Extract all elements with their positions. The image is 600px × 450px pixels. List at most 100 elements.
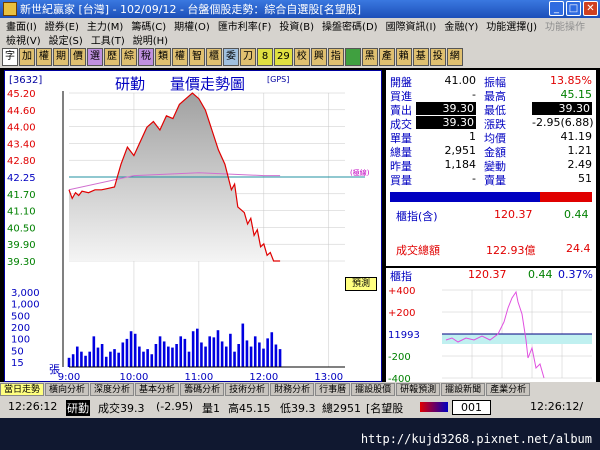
maximize-button[interactable]: □ <box>566 1 581 16</box>
mini-tick: -400 <box>388 374 411 382</box>
toolbar-button[interactable]: 刀 <box>240 48 256 66</box>
toolbar-button[interactable]: 期 <box>53 48 69 66</box>
toolbar-button[interactable]: 委 <box>223 48 239 66</box>
price-tick: 39.30 <box>7 257 36 268</box>
minimize-button[interactable]: _ <box>549 1 564 16</box>
quote-value: 2.49 <box>567 158 593 171</box>
analysis-tab[interactable]: 深度分析 <box>90 382 135 396</box>
menu-item[interactable]: 期權(O) <box>174 18 210 33</box>
quote-value: 41.19 <box>560 130 593 143</box>
toolbar-button[interactable]: 價 <box>70 48 86 66</box>
mini-tick: 11993 <box>388 330 420 341</box>
price-tick: 45.20 <box>7 89 36 100</box>
analysis-tab[interactable]: 擺設新聞 <box>441 382 486 396</box>
analysis-tab[interactable]: 產業分析 <box>486 382 531 396</box>
menu-item[interactable]: 說明(H) <box>133 32 168 47</box>
quote-value: - <box>472 88 476 101</box>
analysis-tab[interactable]: 籌碼分析 <box>180 382 225 396</box>
menu-item[interactable]: 檢視(V) <box>6 32 41 47</box>
toolbar-button[interactable]: 投 <box>429 48 446 66</box>
status-trade: 成交39.3 <box>98 402 145 415</box>
menu-item[interactable]: 籌碼(C) <box>131 18 166 33</box>
menu-item[interactable]: 畫面(I) <box>6 18 37 33</box>
quote-value: 1 <box>469 130 476 143</box>
toolbar-button[interactable]: 權 <box>172 48 188 66</box>
analysis-tab[interactable]: 研報預測 <box>396 382 441 396</box>
menu-item[interactable]: 國際資訊(I) <box>386 18 437 33</box>
price-tick: 39.90 <box>7 240 36 251</box>
price-volume-chart-panel[interactable]: [3632] 研勤 量價走勢圖 [GPS] 45.20 44.60 44.00 43.… <box>4 70 382 382</box>
price-tick: 44.00 <box>7 123 36 134</box>
volume-tick: 15 <box>11 358 24 369</box>
menu-item[interactable]: 功能操作 <box>545 18 585 33</box>
page-number[interactable]: 001 <box>452 400 491 415</box>
toolbar-button[interactable]: 賴 <box>395 48 412 66</box>
otc-mini-chart[interactable]: 櫃指 120.37 0.44 0.37% +400 +200 11993 -200 -4… <box>386 268 596 382</box>
menu-item[interactable]: 金融(Y) <box>444 18 478 33</box>
status-group: [名望股 <box>366 402 404 415</box>
analysis-tab[interactable]: 基本分析 <box>135 382 180 396</box>
toolbar-button[interactable]: 字 <box>2 48 18 66</box>
toolbar-button[interactable]: 黑 <box>361 48 378 66</box>
toolbar-button[interactable]: 產 <box>378 48 395 66</box>
quote-row: 總量 2,951 金額 1.21 <box>386 144 596 159</box>
toolbar-button[interactable]: 權 <box>36 48 52 66</box>
toolbar-button[interactable]: 29 <box>274 48 293 66</box>
watermark: http://kujd3268.pixnet.net/album <box>360 432 592 446</box>
analysis-tab[interactable]: 擺設股價 <box>351 382 396 396</box>
analysis-tab[interactable]: 行事曆 <box>315 382 351 396</box>
turnover-label: 成交總額 <box>396 244 440 257</box>
toolbar-button[interactable]: 8 <box>257 48 273 66</box>
menu-bar: 畫面(I) 證券(E) 主力(M) 籌碼(C) 期權(O) 匯市利率(F) 投資(B) 操盤密… <box>0 18 600 47</box>
toolbar-button[interactable]: 選 <box>87 48 103 66</box>
toolbar-button[interactable]: 歷 <box>104 48 120 66</box>
quote-row: 買量 - 賣量 51 <box>386 172 596 187</box>
toolbar-button[interactable]: 加 <box>19 48 35 66</box>
analysis-tab[interactable]: 當日走勢 <box>0 382 45 396</box>
prediction-button[interactable]: 預測 <box>345 277 377 291</box>
title-bar: 新世紀贏家 [台灣] - 102/09/12 - 台盤個股走勢：綜合自選股[名望… <box>0 0 600 18</box>
quote-value: 45.15 <box>560 88 593 101</box>
menu-item[interactable]: 功能選擇(J) <box>486 18 537 33</box>
menu-item[interactable]: 主力(M) <box>87 18 123 33</box>
toolbar-button[interactable]: 智 <box>189 48 205 66</box>
quote-value: -2.95(6.88) <box>532 116 594 129</box>
toolbar-button[interactable]: 綜 <box>121 48 137 66</box>
price-volume-chart[interactable]: 45.20 44.60 44.00 43.40 42.80 42.25 41.70 41.10… <box>5 71 381 381</box>
mini-index-chart: +400 +200 11993 -200 -400 <box>388 286 592 382</box>
toolbar-button[interactable]: 指 <box>327 48 344 66</box>
toolbar-button[interactable]: 基 <box>412 48 429 66</box>
app-icon <box>3 2 17 16</box>
toolbar-button[interactable]: 櫃 <box>206 48 222 66</box>
quote-value: 1,184 <box>444 158 477 171</box>
quote-panel: 開盤 41.00 振幅 13.85% 買進 - 最高 45.15 賣出 39.30 最低 39.30 成… <box>386 70 596 190</box>
toolbar-button[interactable] <box>344 48 361 66</box>
menu-item[interactable]: 設定(S) <box>49 32 83 47</box>
menu-item[interactable]: 匯市利率(F) <box>218 18 272 33</box>
volume-tick: 50 <box>11 346 24 357</box>
toolbar-button[interactable]: 興 <box>310 48 327 66</box>
analysis-tab[interactable]: 技術分析 <box>225 382 270 396</box>
price-tick: 43.40 <box>7 139 36 150</box>
quote-row: 買進 - 最高 45.15 <box>386 88 596 103</box>
menu-item[interactable]: 工具(T) <box>91 32 125 47</box>
analysis-tab[interactable]: 財務分析 <box>270 382 315 396</box>
quote-value: 39.30 <box>416 116 476 129</box>
volume-tick: 500 <box>11 311 30 322</box>
toolbar-button[interactable]: 校 <box>293 48 310 66</box>
quote-row: 單量 1 均價 41.19 <box>386 130 596 145</box>
price-tick: 44.60 <box>7 106 36 117</box>
menu-item[interactable]: 操盤密碼(D) <box>322 18 378 33</box>
toolbar-button[interactable]: 類 <box>155 48 171 66</box>
close-button[interactable]: ✕ <box>583 1 598 16</box>
analysis-tab[interactable]: 橫向分析 <box>45 382 90 396</box>
buy-sell-ratio-bar <box>386 190 596 204</box>
menu-item[interactable]: 投資(B) <box>279 18 314 33</box>
status-name: 研勤 <box>66 400 90 416</box>
volume-tick: 100 <box>11 335 30 346</box>
limit-label: (極線) <box>350 168 370 177</box>
menu-item[interactable]: 證券(E) <box>45 18 79 33</box>
toolbar-button[interactable]: 稅 <box>138 48 154 66</box>
toolbar-button[interactable]: 網 <box>446 48 463 66</box>
otc-index-value: 120.37 <box>494 208 533 221</box>
